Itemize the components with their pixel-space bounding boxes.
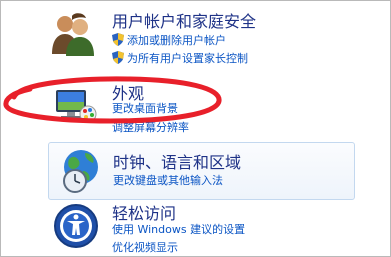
change-desktop-background-link[interactable]: 更改桌面背景 [112,100,178,116]
category-user-accounts[interactable]: 用户帐户和家庭安全 添加或删除用户帐户 为所有用户设置家长控制 [48,6,346,70]
change-keyboard-input-method-link[interactable]: 更改键盘或其他输入法 [113,172,223,188]
category-ease-of-access[interactable]: 轻松访问 使用 Windows 建议的设置 优化视频显示 [48,200,346,256]
optimize-visual-display-link[interactable]: 优化视频显示 [112,239,178,255]
users-icon [52,13,94,56]
adjust-screen-resolution-link[interactable]: 调整屏幕分辨率 [112,119,189,135]
link-label[interactable]: 添加或删除用户帐户 [127,34,226,47]
appearance-icon [56,90,97,123]
use-windows-recommended-settings-link[interactable]: 使用 Windows 建议的设置 [112,221,245,237]
uac-shield-icon [112,51,124,64]
ease-of-access-icon [54,204,98,248]
category-clock-language-region[interactable]: 时钟、语言和区域 更改键盘或其他输入法 [48,142,355,200]
category-title[interactable]: 用户帐户和家庭安全 [112,8,256,32]
link-label[interactable]: 为所有用户设置家长控制 [127,52,248,65]
add-remove-user-accounts-link[interactable]: 添加或删除用户帐户 [112,32,226,48]
category-appearance[interactable]: 外观 更改桌面背景 调整屏幕分辨率 [48,76,346,136]
category-title[interactable]: 时钟、语言和区域 [113,149,241,173]
uac-shield-icon [112,33,124,46]
set-parental-controls-link[interactable]: 为所有用户设置家长控制 [112,50,248,66]
globe-clock-icon [63,150,98,193]
